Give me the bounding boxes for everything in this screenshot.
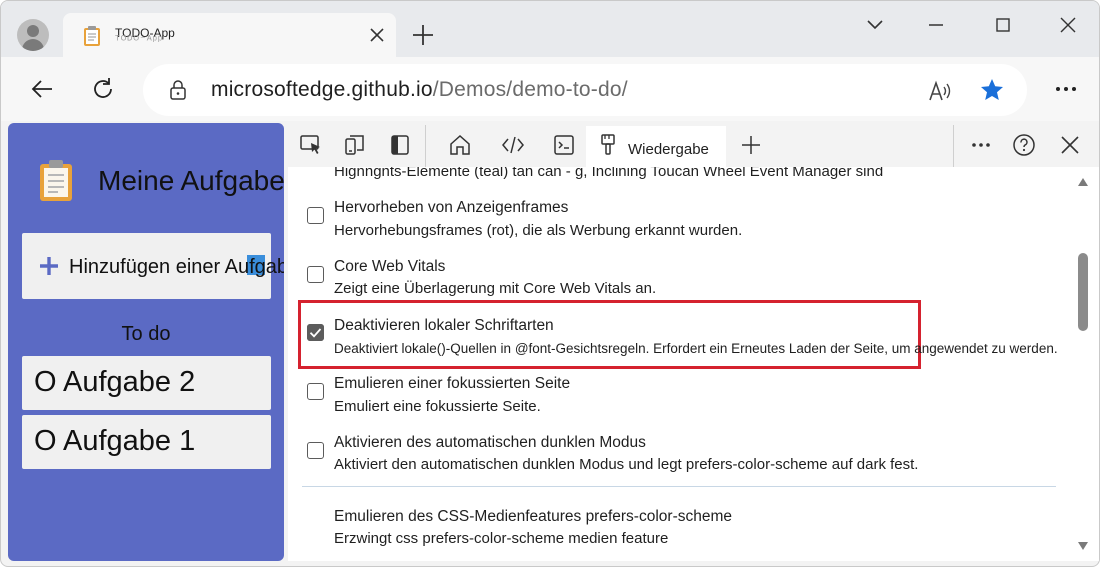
add-tool-icon[interactable] (739, 133, 763, 157)
checkbox-auto-dark-mode[interactable] (307, 442, 324, 459)
rendering-options-list: Hignngnts-Elemente (teal) tan can - g, I… (288, 167, 1099, 561)
lock-icon[interactable] (169, 80, 187, 100)
add-task-label: Hinzufügen einer Aufgabe (69, 256, 284, 278)
paintbrush-icon (601, 134, 615, 155)
browser-window: TODO-App ᵀᴼᴰᴼ⁻ᴬᵖᵖ microsoftedge.github.i… (0, 0, 1100, 567)
checkbox-core-web-vitals[interactable] (307, 266, 324, 283)
clipboard-icon (40, 160, 72, 201)
scrollbar-thumb[interactable] (1078, 253, 1088, 331)
section-divider (302, 486, 1056, 487)
option-title: Aktivieren des automatischen dunklen Mod… (334, 434, 646, 451)
toolbar-separator (953, 125, 954, 167)
url-text: microsoftedge.github.io/Demos/demo-to-do… (211, 78, 628, 101)
refresh-icon[interactable] (89, 75, 117, 103)
elements-code-icon[interactable] (501, 133, 525, 157)
scrollbar[interactable] (1072, 167, 1099, 561)
scroll-down-arrow-icon[interactable] (1077, 541, 1089, 551)
help-icon[interactable] (1012, 133, 1036, 157)
option-title: Emulieren des CSS-Medienfeatures prefers… (334, 508, 732, 525)
profile-avatar-icon[interactable] (17, 19, 49, 51)
task-item[interactable]: O Aufgabe 1 (22, 415, 271, 469)
add-task-button[interactable]: Hinzufügen einer Aufgabe (22, 233, 284, 299)
chevron-down-icon[interactable] (861, 11, 889, 39)
option-description: Aktiviert den automatischen dunklen Modu… (334, 456, 919, 473)
back-arrow-icon[interactable] (28, 75, 56, 103)
favorite-star-icon[interactable] (979, 77, 1005, 103)
close-devtools-icon[interactable] (1058, 133, 1082, 157)
device-emulation-icon[interactable] (343, 133, 367, 157)
minimize-icon[interactable] (922, 11, 950, 39)
option-title: Hervorheben von Anzeigenframes (334, 199, 569, 216)
close-window-icon[interactable] (1054, 11, 1082, 39)
option-description: Deaktiviert lokale()-Quellen in @font-Ge… (334, 341, 1058, 356)
devtools-toolbar: Wiedergabe (288, 123, 1099, 167)
more-options-icon[interactable] (1051, 79, 1081, 99)
tab-strip: TODO-App ᵀᴼᴰᴼ⁻ᴬᵖᵖ (1, 1, 1099, 57)
tab-title: TODO-App ᵀᴼᴰᴼ⁻ᴬᵖᵖ (115, 26, 175, 46)
read-aloud-icon[interactable] (927, 78, 953, 104)
checkbox-highlight-ad-frames[interactable] (307, 207, 324, 224)
option-title: Emulieren einer fokussierten Seite (334, 375, 571, 392)
maximize-icon[interactable] (989, 11, 1017, 39)
option-title: Core Web Vitals (334, 258, 446, 275)
toolbar-separator (425, 125, 426, 167)
devtools-panel: Wiedergabe Hignngnts-Elemente (teal) tan… (288, 123, 1099, 561)
clipboard-icon (84, 26, 100, 46)
dock-side-icon[interactable] (388, 133, 412, 157)
option-description: Hignngnts-Elemente (teal) tan can - g, I… (334, 167, 884, 180)
browser-toolbar: microsoftedge.github.io/Demos/demo-to-do… (1, 57, 1099, 121)
more-tools-icon[interactable] (969, 133, 993, 157)
new-tab-icon[interactable] (409, 21, 437, 49)
page-title: Meine Aufgaben (98, 165, 284, 196)
scroll-up-arrow-icon[interactable] (1077, 177, 1089, 187)
console-icon[interactable] (552, 133, 576, 157)
home-icon[interactable] (448, 133, 472, 157)
address-bar[interactable]: microsoftedge.github.io/Demos/demo-to-do… (143, 64, 1027, 116)
todo-section-heading: To do (121, 323, 171, 345)
task-item[interactable]: O Aufgabe 2 (22, 356, 271, 410)
tab-title-ghost: ᵀᴼᴰᴼ⁻ᴬᵖᵖ (115, 34, 164, 46)
todo-app: Meine Aufgaben Hinzufügen einer Aufgabe … (8, 123, 284, 561)
close-tab-icon[interactable] (367, 25, 387, 45)
inspect-element-icon[interactable] (299, 133, 323, 157)
option-title: Deaktivieren lokaler Schriftarten (334, 317, 554, 334)
browser-tab-todo[interactable]: TODO-App ᵀᴼᴰᴼ⁻ᴬᵖᵖ (63, 13, 396, 57)
option-description: Zeigt eine Überlagerung mit Core Web Vit… (334, 280, 657, 297)
option-description: Erzwingt css prefers-color-scheme medien… (334, 530, 669, 547)
checkbox-emulate-focused-page[interactable] (307, 383, 324, 400)
checkbox-disable-local-fonts[interactable] (307, 324, 324, 341)
plus-icon (40, 257, 58, 275)
tab-wiedergabe[interactable]: Wiedergabe (586, 126, 726, 167)
option-description: Hervorhebungsframes (rot), die als Werbu… (334, 222, 743, 239)
option-description: Emuliert eine fokussierte Seite. (334, 398, 541, 415)
